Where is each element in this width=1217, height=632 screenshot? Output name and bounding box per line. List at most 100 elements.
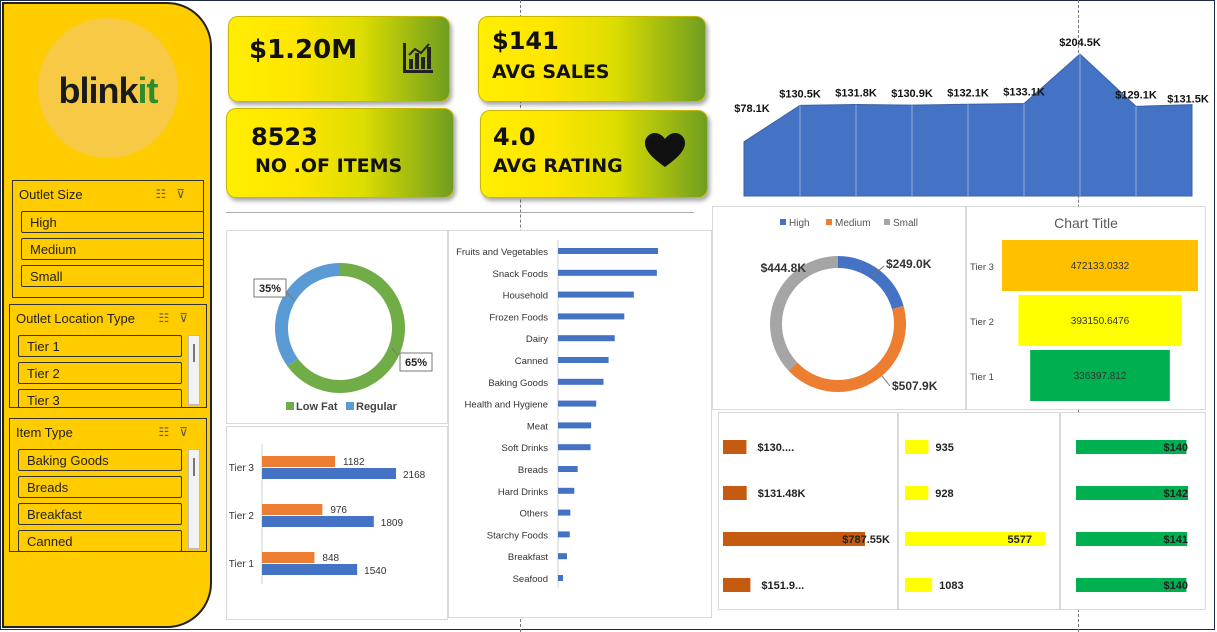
slicer-scrollbar[interactable] xyxy=(188,335,200,405)
clear-filter-icon[interactable]: ⊽ xyxy=(179,425,198,439)
bar xyxy=(558,553,567,560)
legend-label: Low Fat xyxy=(296,401,338,413)
chart-title: Chart Title xyxy=(1054,215,1118,231)
slicer-title: Item Type xyxy=(16,425,73,440)
slicer-item-type: Item Type ☷⊽ Baking Goods Breads Breakfa… xyxy=(9,418,207,552)
kpi-label: AVG RATING xyxy=(493,155,623,177)
slicer-item-baking-goods[interactable]: Baking Goods xyxy=(18,449,182,471)
slicer-title: Outlet Location Type xyxy=(16,311,136,326)
legend-swatch xyxy=(346,402,354,410)
tier-fat-bar-chart: Tier 3 1182 2168 Tier 2 976 1809 Tier 1 848 1540 xyxy=(226,426,448,620)
data-label: $140 xyxy=(1164,580,1188,592)
kpi-items: 8523 NO .OF ITEMS xyxy=(226,108,454,198)
tick-label: Household xyxy=(503,291,548,302)
slicer-item-medium[interactable]: Medium xyxy=(21,238,203,260)
slicer-item-high[interactable]: High xyxy=(21,211,203,233)
logo-text: blink xyxy=(58,70,138,111)
filter-multiselect-icon[interactable]: ☷ xyxy=(158,425,179,439)
filter-multiselect-icon[interactable]: ☷ xyxy=(158,311,179,325)
bar xyxy=(558,291,634,298)
kpi-avg-rating: 4.0 AVG RATING xyxy=(480,110,708,198)
tick-label: Tier 3 xyxy=(970,262,994,273)
slicer-item-breads[interactable]: Breads xyxy=(18,476,182,498)
heart-icon xyxy=(645,133,685,167)
data-label: $444.8K xyxy=(761,261,807,275)
data-label: $130.... xyxy=(757,442,794,454)
bar xyxy=(558,575,564,581)
tick-label: Dairy xyxy=(526,334,548,345)
data-label: $131.8K xyxy=(835,87,877,99)
data-label: $132.1K xyxy=(947,87,989,99)
legend-swatch xyxy=(286,402,294,410)
divider xyxy=(226,212,694,213)
funnel-chart: Chart Title Tier 3 472133.0332 Tier 2 393150… xyxy=(966,206,1206,410)
bar xyxy=(558,313,625,320)
clear-filter-icon[interactable]: ⊽ xyxy=(179,311,198,325)
tick-label: Frozen Foods xyxy=(489,312,548,323)
bar xyxy=(723,486,747,500)
data-label: $130.9K xyxy=(891,88,933,100)
slicer-item-tier-3[interactable]: Tier 3 xyxy=(18,389,182,407)
logo-text-accent: it xyxy=(137,70,159,111)
kpi-value: $141 xyxy=(492,27,559,55)
slicer-item-canned[interactable]: Canned xyxy=(18,530,182,551)
tick-label: Breakfast xyxy=(508,552,548,563)
data-label: 928 xyxy=(935,488,953,500)
slicer-item-tier-2[interactable]: Tier 2 xyxy=(18,362,182,384)
logo: blinkit xyxy=(38,18,178,158)
kpi-value: $1.20M xyxy=(249,35,358,65)
bar-regular xyxy=(262,504,323,515)
bar-low-fat xyxy=(262,516,374,527)
bar xyxy=(723,578,751,592)
yellow-bar-chart: 935 928 5577 1083 xyxy=(898,412,1060,610)
data-label: 848 xyxy=(322,553,339,564)
tick-label: Others xyxy=(519,509,548,520)
tick-label: Tier 1 xyxy=(970,372,994,383)
data-label: 65% xyxy=(405,357,427,369)
tick-label: Tier 2 xyxy=(229,511,255,522)
data-label: $249.0K xyxy=(886,257,932,271)
green-bar-chart: $140 $142 $141 $140 xyxy=(1060,412,1206,610)
bar xyxy=(723,440,747,454)
tick-label: Meat xyxy=(527,421,548,432)
slicer-item-small[interactable]: Small xyxy=(21,265,203,287)
rust-bar-chart: $130.... $131.48K $787.55K $151.9... xyxy=(718,412,898,610)
tick-label: Snack Foods xyxy=(493,269,549,280)
tick-label: Starchy Foods xyxy=(487,530,548,541)
bar xyxy=(558,357,609,363)
tick-label: Tier 2 xyxy=(970,317,994,328)
data-label: 1083 xyxy=(939,580,963,592)
tick-label: Tier 1 xyxy=(229,559,255,570)
legend-swatch xyxy=(884,219,890,225)
tick-label: Seafood xyxy=(513,574,548,585)
kpi-total-sales: $1.20M xyxy=(228,16,450,102)
slicer-scrollbar[interactable] xyxy=(188,449,200,549)
filter-multiselect-icon[interactable]: ☷ xyxy=(155,187,176,201)
area-chart: $78.1K $130.5K $131.8K $130.9K $132.1K $133.1… xyxy=(734,37,1209,197)
data-label: $129.1K xyxy=(1115,89,1157,101)
kpi-value: 8523 xyxy=(251,123,318,151)
bar xyxy=(558,248,658,254)
slicer-item-tier-1[interactable]: Tier 1 xyxy=(18,335,182,357)
bar-regular xyxy=(262,552,315,563)
bar xyxy=(905,486,929,500)
kpi-label: AVG SALES xyxy=(492,61,610,83)
bar xyxy=(558,509,571,516)
tick-label: Breads xyxy=(518,465,548,476)
fat-donut-chart: 65% 35% Low Fat Regular xyxy=(226,230,448,424)
bar xyxy=(558,422,592,429)
tick-label: Fruits and Vegetables xyxy=(456,247,548,258)
kpi-avg-sales: $141 AVG SALES xyxy=(478,16,706,102)
legend-label: High xyxy=(789,218,810,229)
tick-label: Soft Drinks xyxy=(502,443,549,454)
data-label: $131.5K xyxy=(1167,94,1209,106)
data-label: $141 xyxy=(1164,534,1188,546)
bar xyxy=(558,487,575,494)
tick-label: Hard Drinks xyxy=(498,487,548,498)
kpi-value: 4.0 xyxy=(493,123,536,151)
clear-filter-icon[interactable]: ⊽ xyxy=(176,187,195,201)
data-label: 1182 xyxy=(343,457,365,468)
slicer-item-breakfast[interactable]: Breakfast xyxy=(18,503,182,525)
data-label: 1809 xyxy=(381,518,404,529)
bar xyxy=(558,466,578,472)
